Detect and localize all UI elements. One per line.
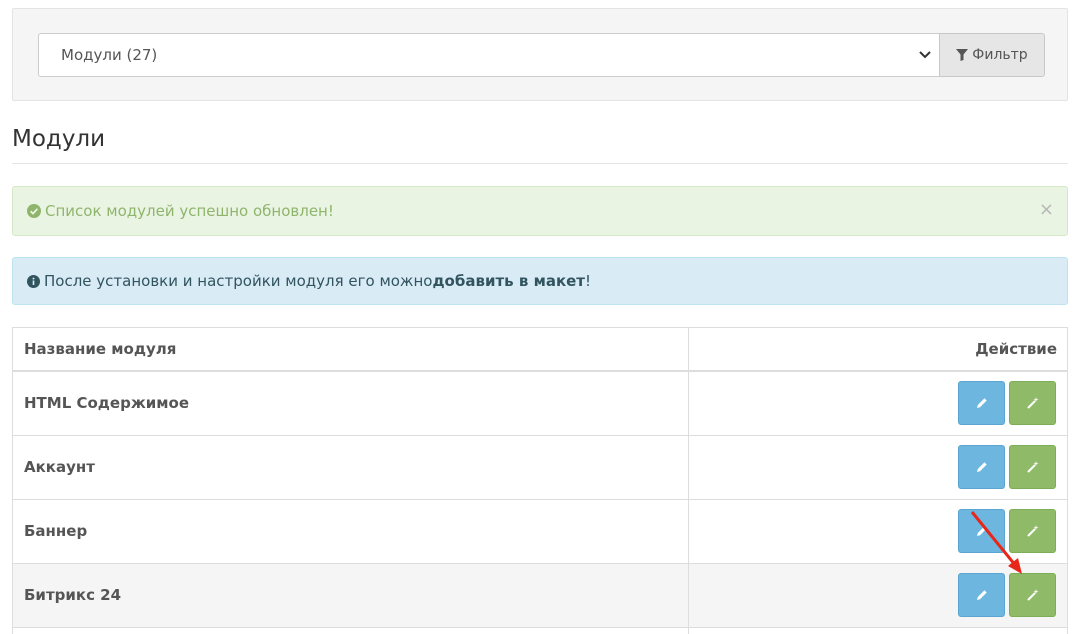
- add-to-layout-link[interactable]: добавить в макет: [432, 272, 585, 290]
- chevron-down-icon: [919, 51, 931, 59]
- module-type-select[interactable]: Модули (27): [38, 33, 940, 77]
- table-row: Аккаунт: [13, 436, 1067, 500]
- table-row: Баннер: [13, 500, 1067, 564]
- edit-button[interactable]: [958, 573, 1005, 617]
- table-row: HTML Содержимое: [13, 372, 1067, 436]
- success-alert-text: Список модулей успешно обновлен!: [45, 202, 334, 220]
- edit-button[interactable]: [958, 445, 1005, 489]
- edit-button[interactable]: [958, 381, 1005, 425]
- install-button[interactable]: [1009, 381, 1056, 425]
- module-name: HTML Содержимое: [24, 394, 190, 412]
- module-name: Баннер: [24, 522, 88, 540]
- column-header-name: Название модуля: [24, 340, 177, 358]
- magic-wand-icon: [1026, 397, 1039, 409]
- filter-panel: Модули (27) Фильтр: [12, 8, 1068, 101]
- info-alert: После установки и настройки модуля его м…: [12, 257, 1068, 305]
- filter-icon: [956, 49, 969, 61]
- info-circle-icon: [27, 274, 40, 288]
- column-header-action: Действие: [975, 340, 1057, 358]
- module-type-select-value: Модули (27): [61, 46, 158, 64]
- info-alert-text: После установки и настройки модуля его м…: [44, 272, 433, 290]
- check-circle-icon: [27, 204, 41, 218]
- magic-wand-icon: [1026, 461, 1039, 473]
- column-divider: [688, 328, 689, 634]
- magic-wand-icon: [1026, 525, 1039, 537]
- pencil-icon: [976, 462, 987, 472]
- magic-wand-icon: [1026, 589, 1039, 601]
- install-button[interactable]: [1009, 445, 1056, 489]
- edit-button[interactable]: [958, 509, 1005, 553]
- pencil-icon: [976, 590, 987, 600]
- module-name: Битрикс 24: [24, 586, 122, 604]
- success-alert: Список модулей успешно обновлен! ×: [12, 186, 1068, 236]
- info-alert-suffix: !: [585, 272, 592, 290]
- table-row: Битрикс 24: [13, 564, 1067, 628]
- install-button[interactable]: [1009, 509, 1056, 553]
- page-title: Модули: [12, 126, 106, 152]
- pencil-icon: [976, 526, 987, 536]
- module-name: Аккаунт: [24, 458, 95, 476]
- close-icon[interactable]: ×: [1039, 201, 1054, 219]
- title-divider: [12, 163, 1068, 164]
- filter-button[interactable]: Фильтр: [939, 33, 1045, 77]
- modules-table: Название модуля Действие HTML Содержимое…: [12, 327, 1068, 634]
- filter-button-label: Фильтр: [972, 47, 1028, 63]
- pencil-icon: [976, 398, 987, 408]
- install-button[interactable]: [1009, 573, 1056, 617]
- table-header: Название модуля Действие: [13, 328, 1067, 372]
